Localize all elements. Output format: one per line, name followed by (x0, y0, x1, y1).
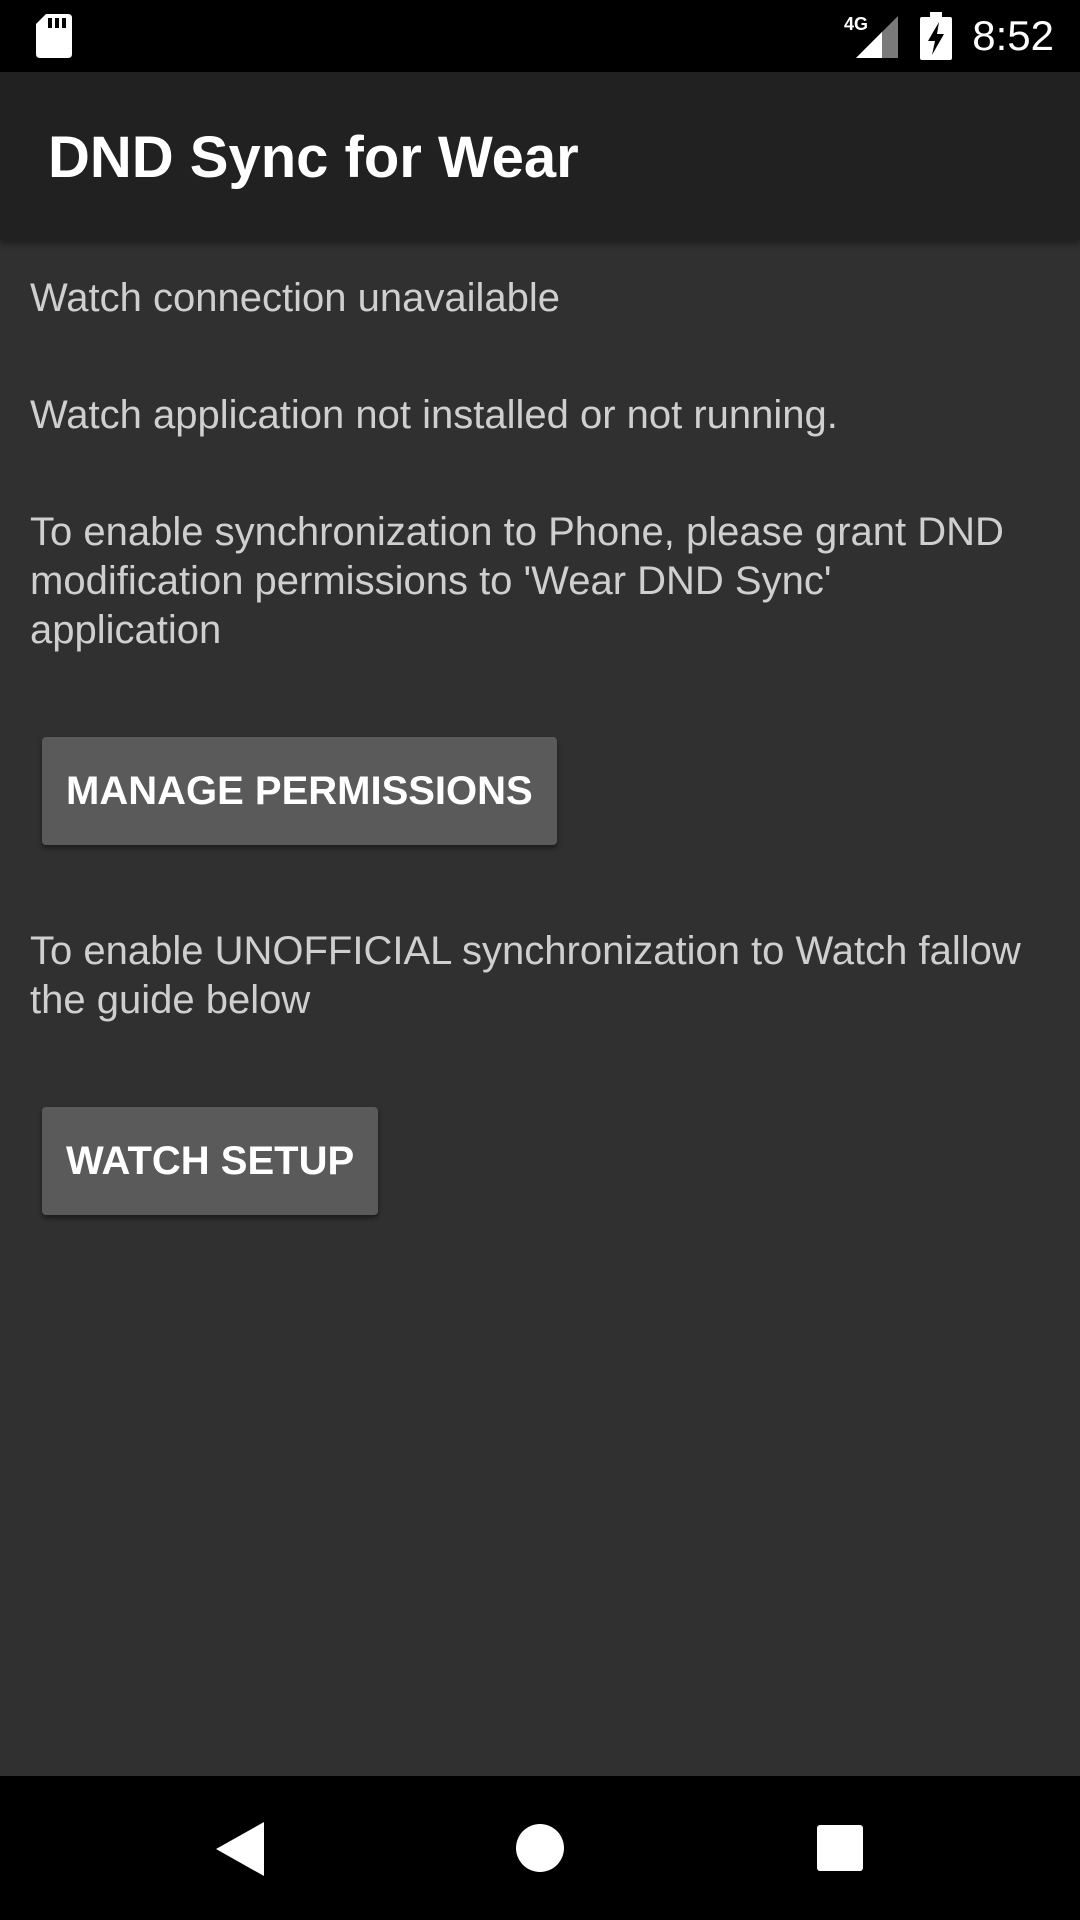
cell-signal-icon: 4G (844, 14, 898, 58)
connection-status-text: Watch connection unavailable (30, 276, 560, 320)
network-type-label: 4G (844, 14, 868, 34)
watch-setup-button[interactable]: WATCH SETUP (42, 1107, 379, 1215)
battery-charging-icon (920, 12, 952, 60)
home-icon[interactable] (515, 1823, 565, 1873)
app-toolbar: DND Sync for Wear (0, 72, 1080, 240)
screen: 4G 8:52 DND Sync for Wear Watch connecti… (0, 0, 1080, 1920)
main-content: Watch connection unavailable Watch appli… (0, 240, 1080, 1776)
phone-sync-info-text: To enable synchronization to Phone, plea… (30, 510, 1004, 652)
sd-card-icon (36, 14, 72, 58)
navigation-bar (0, 1776, 1080, 1920)
watch-sync-info-text: To enable UNOFFICIAL synchronization to … (30, 929, 1021, 1022)
manage-permissions-button[interactable]: MANAGE PERMISSIONS (42, 737, 557, 845)
status-clock: 8:52 (972, 12, 1054, 59)
recents-icon[interactable] (817, 1825, 863, 1871)
app-title: DND Sync for Wear (48, 125, 579, 190)
status-bar: 4G 8:52 (0, 0, 1080, 72)
back-icon[interactable] (216, 1822, 264, 1876)
app-status-text: Watch application not installed or not r… (30, 393, 838, 437)
